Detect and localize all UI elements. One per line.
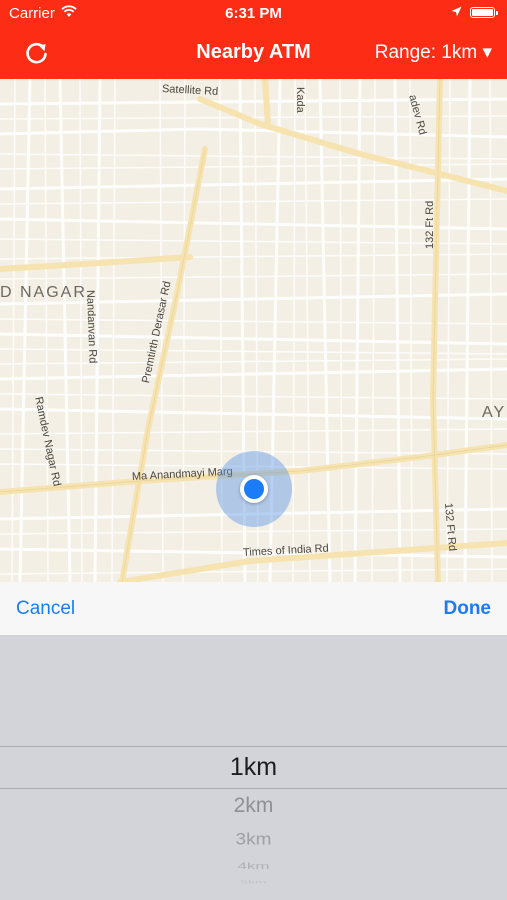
street-label: 132 Ft Rd [424,200,436,249]
picker-option-selected[interactable]: 1km [0,753,507,782]
nav-bar: Nearby ATM Range: 1km ▾ [0,28,507,79]
map-view[interactable]: Satellite Rd Kada adev Rd 132 Ft Rd Prem… [0,79,507,582]
picker-option[interactable]: 2km [0,794,507,818]
status-bar: Carrier 6:31 PM [0,0,507,28]
refresh-icon[interactable] [24,40,50,66]
range-picker[interactable]: 1km 2km 3km 4km 5km [0,636,507,900]
area-label: AY [482,404,507,421]
battery-icon [470,7,498,18]
picker-option[interactable]: 5km [0,880,507,885]
picker-toolbar: Cancel Done [0,582,507,636]
area-label: D NAGAR [0,284,87,301]
picker-option[interactable]: 3km [0,831,507,850]
cancel-button[interactable]: Cancel [16,598,75,620]
done-button[interactable]: Done [444,598,492,620]
picker-option[interactable]: 4km [0,861,507,872]
current-location-marker[interactable] [240,475,268,503]
location-arrow-icon [451,6,462,17]
clock: 6:31 PM [225,5,282,22]
street-label: Kada [294,87,306,113]
range-selector-button[interactable]: Range: 1km ▾ [375,41,492,64]
